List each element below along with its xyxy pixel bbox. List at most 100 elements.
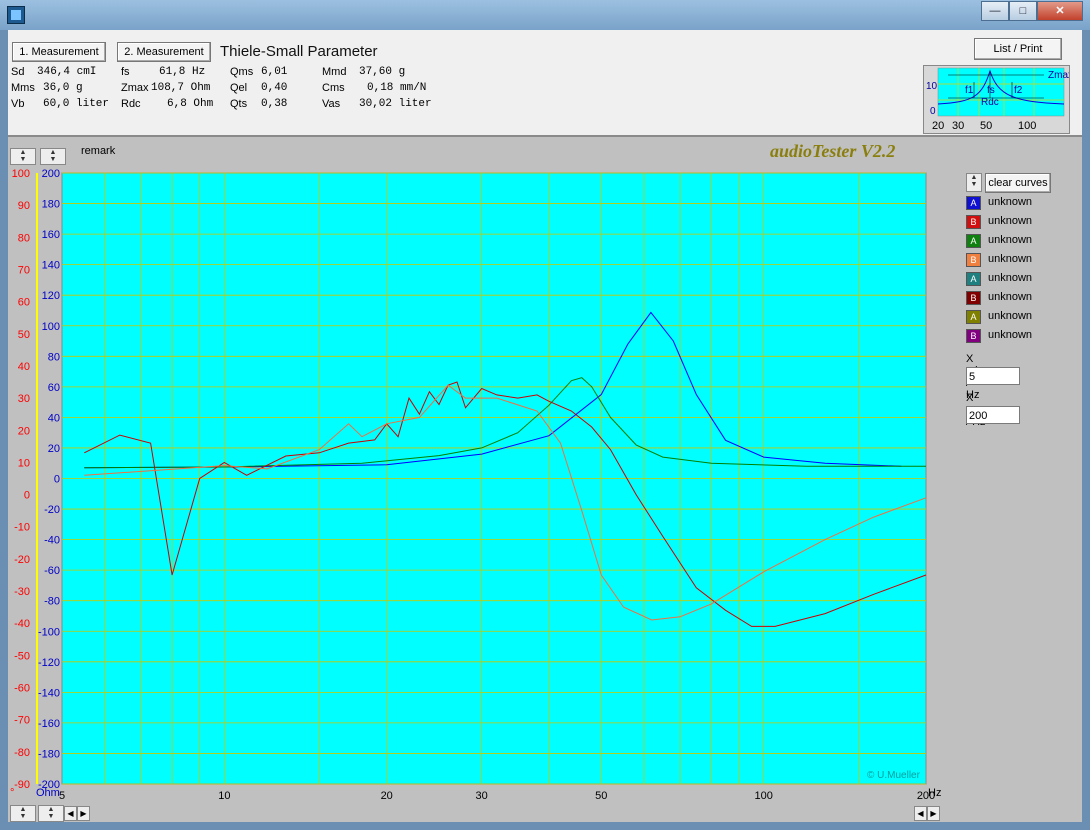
window-titlebar[interactable]: — □ ✕ bbox=[0, 0, 1090, 30]
x-axis-tick: 100 bbox=[754, 790, 772, 802]
right-axis-tick: 180 bbox=[42, 199, 60, 211]
xmax-left-button[interactable]: ◀ bbox=[914, 806, 927, 821]
right-axis-tick: -140 bbox=[38, 687, 60, 699]
right-axis-tick: 80 bbox=[48, 351, 60, 363]
param-value: 6,01 bbox=[261, 66, 288, 78]
scroll-left-button[interactable]: ◀ bbox=[64, 806, 77, 821]
left-axis-tick: -20 bbox=[14, 554, 30, 566]
curve-tag-badge[interactable]: B bbox=[966, 291, 981, 305]
param-label: Qts bbox=[230, 98, 248, 110]
x-axis-unit: Hz bbox=[928, 787, 941, 799]
parameter-panel: 1. Measurement 2. Measurement Thiele-Sma… bbox=[8, 30, 1082, 137]
left-axis-tick: 30 bbox=[18, 393, 30, 405]
xmax-input[interactable]: 200 bbox=[966, 406, 1020, 424]
mini-zmax-label: Zmax bbox=[1048, 70, 1069, 81]
right-axis-tick: -160 bbox=[38, 718, 60, 730]
legend-item[interactable]: Aunknown bbox=[966, 194, 1076, 213]
brand-title: audioTester V2.2 bbox=[770, 141, 896, 161]
left-axis-tick: -90 bbox=[14, 779, 30, 791]
mini-ytick: 0 bbox=[930, 106, 936, 117]
right-axis-spinner[interactable]: ▲ ▼ bbox=[40, 148, 66, 165]
legend-item[interactable]: Aunknown bbox=[966, 308, 1076, 327]
mini-ytick: 10 bbox=[926, 81, 938, 92]
clear-curves-button[interactable]: clear curves bbox=[985, 173, 1051, 193]
left-axis-tick: 70 bbox=[18, 264, 30, 276]
param-label: Cms bbox=[322, 82, 345, 94]
param-value: 37,60 g bbox=[359, 66, 406, 78]
measurement-2-button[interactable]: 2. Measurement bbox=[117, 42, 211, 62]
right-axis-tick: -80 bbox=[44, 596, 60, 608]
x-axis-tick: 20 bbox=[381, 790, 393, 802]
right-axis-tick: -120 bbox=[38, 657, 60, 669]
minimize-button[interactable]: — bbox=[981, 1, 1009, 21]
right-axis-tick: 160 bbox=[42, 229, 60, 241]
xmax-right-button[interactable]: ▶ bbox=[927, 806, 940, 821]
left-axis-tick: 50 bbox=[18, 329, 30, 341]
legend-item[interactable]: Bunknown bbox=[966, 251, 1076, 270]
tsp-title: Thiele-Small Parameter bbox=[220, 43, 378, 60]
legend-item[interactable]: Aunknown bbox=[966, 270, 1076, 289]
app-icon bbox=[7, 6, 25, 24]
left-axis-bottom-spinner[interactable]: ▲ ▼ bbox=[10, 805, 36, 822]
xmin-input[interactable]: 5 bbox=[966, 367, 1020, 385]
param-label: Zmax bbox=[121, 82, 149, 94]
scroll-right-button[interactable]: ▶ bbox=[77, 806, 90, 821]
left-axis-tick: 40 bbox=[18, 361, 30, 373]
legend-label: unknown bbox=[988, 329, 1033, 341]
param-value: 60,0 liter bbox=[43, 98, 110, 110]
curve-tag-badge[interactable]: B bbox=[966, 253, 981, 267]
right-axis-tick: 60 bbox=[48, 382, 60, 394]
legend-label: unknown bbox=[988, 234, 1033, 246]
left-axis-tick: 20 bbox=[18, 425, 30, 437]
right-axis-bottom-spinner[interactable]: ▲ ▼ bbox=[38, 805, 64, 822]
curve-tag-badge[interactable]: B bbox=[966, 329, 981, 343]
left-axis-tick: 100 bbox=[12, 168, 30, 180]
copyright-label: © U.Mueller bbox=[867, 770, 921, 781]
param-value: 61,8 Hz bbox=[159, 66, 206, 78]
x-axis-tick: 50 bbox=[595, 790, 607, 802]
legend-label: unknown bbox=[988, 196, 1033, 208]
right-axis-tick: -100 bbox=[38, 626, 60, 638]
left-axis-tick: -70 bbox=[14, 715, 30, 727]
legend-item[interactable]: Bunknown bbox=[966, 289, 1076, 308]
close-button[interactable]: ✕ bbox=[1037, 1, 1083, 21]
legend-spinner[interactable]: ▲ ▼ bbox=[966, 173, 982, 192]
curve-tag-badge[interactable]: A bbox=[966, 196, 981, 210]
legend-item[interactable]: Bunknown bbox=[966, 213, 1076, 232]
param-label: Qms bbox=[230, 66, 254, 78]
right-axis-unit: Ohm bbox=[36, 787, 60, 799]
mini-xtick: 100 bbox=[1018, 120, 1036, 132]
param-value: 6,8 Ohm bbox=[167, 98, 214, 110]
right-axis-tick: -180 bbox=[38, 748, 60, 760]
mini-fs-label: fs bbox=[987, 85, 995, 96]
right-axis-tick: -20 bbox=[44, 504, 60, 516]
curve-tag-badge[interactable]: A bbox=[966, 310, 981, 324]
mini-f1-label: f1 bbox=[965, 85, 974, 96]
remark-label: remark bbox=[81, 145, 116, 157]
param-label: Vas bbox=[322, 98, 341, 110]
legend-label: unknown bbox=[988, 291, 1033, 303]
param-value: 30,02 liter bbox=[359, 98, 432, 110]
legend-item[interactable]: Bunknown bbox=[966, 327, 1076, 346]
mini-rdc-label: Rdc bbox=[981, 97, 999, 108]
maximize-button[interactable]: □ bbox=[1009, 1, 1037, 21]
curve-tag-badge[interactable]: B bbox=[966, 215, 981, 229]
right-axis-tick: -40 bbox=[44, 535, 60, 547]
measurement-chart: 1009080706050403020100-10-20-30-40-50-60… bbox=[10, 168, 941, 802]
param-value: 0,18 mm/N bbox=[367, 82, 427, 94]
left-axis-spinner[interactable]: ▲ ▼ bbox=[10, 148, 36, 165]
param-value: 0,40 bbox=[261, 82, 288, 94]
legend-item[interactable]: Aunknown bbox=[966, 232, 1076, 251]
client-area: 1. Measurement 2. Measurement Thiele-Sma… bbox=[8, 30, 1082, 822]
param-label: Rdc bbox=[121, 98, 141, 110]
curve-tag-badge[interactable]: A bbox=[966, 234, 981, 248]
curve-tag-badge[interactable]: A bbox=[966, 272, 981, 286]
left-axis-tick: 80 bbox=[18, 232, 30, 244]
mini-xtick: 50 bbox=[980, 120, 992, 132]
legend-label: unknown bbox=[988, 272, 1033, 284]
list-print-button[interactable]: List / Print bbox=[974, 38, 1062, 60]
legend-label: unknown bbox=[988, 215, 1033, 227]
left-axis-tick: -50 bbox=[14, 650, 30, 662]
measurement-1-button[interactable]: 1. Measurement bbox=[12, 42, 106, 62]
param-label: Sd bbox=[11, 66, 25, 78]
